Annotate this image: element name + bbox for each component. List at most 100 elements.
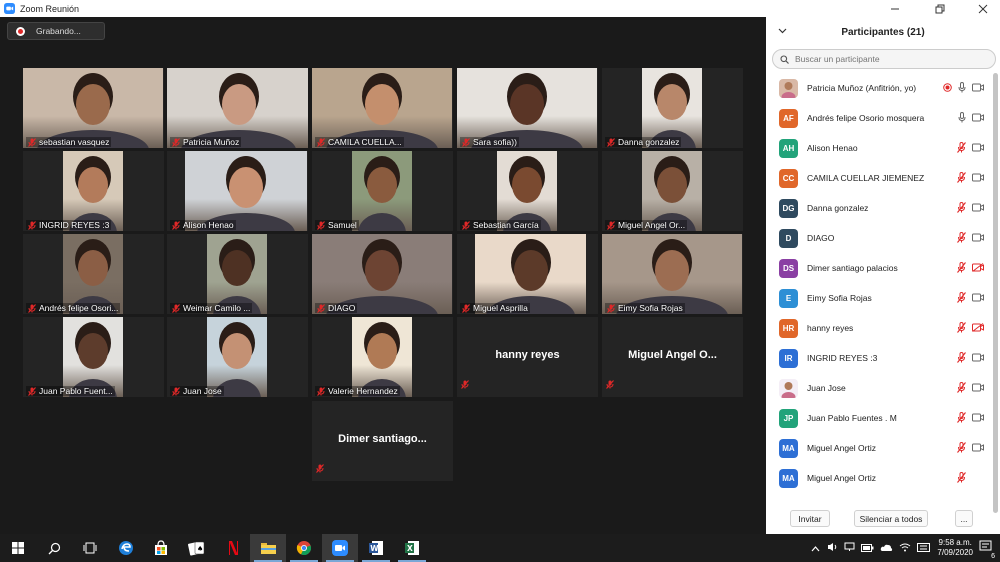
video-tile[interactable]: Danna gonzalez <box>602 68 743 148</box>
participant-row[interactable]: CC CAMILA CUELLAR JIEMENEZ <box>766 163 994 193</box>
camera-off-icon[interactable] <box>972 263 984 272</box>
camera-icon[interactable] <box>972 83 984 92</box>
notifications-icon[interactable]: 6 <box>979 539 996 560</box>
camera-icon[interactable] <box>972 353 984 362</box>
participant-list-scrollbar[interactable] <box>993 73 998 513</box>
muted-mic-icon[interactable] <box>957 472 966 483</box>
participant-row[interactable]: HR hanny reyes <box>766 313 994 343</box>
camera-icon[interactable] <box>972 113 984 122</box>
mute-all-button[interactable]: Silenciar a todos <box>854 510 928 527</box>
participant-row[interactable]: AF Andrés felipe Osorio mosquera <box>766 103 994 133</box>
chrome-button[interactable] <box>286 534 322 562</box>
participant-row[interactable]: Patricia Muñoz (Anfitrión, yo) <box>766 73 994 103</box>
participant-row[interactable]: IR INGRID REYES :3 <box>766 343 994 373</box>
participant-search[interactable] <box>772 49 996 69</box>
muted-mic-icon[interactable] <box>957 172 966 183</box>
minimize-button[interactable] <box>880 0 910 17</box>
close-button[interactable] <box>968 0 998 17</box>
start-button[interactable] <box>0 534 36 562</box>
video-tile[interactable]: Juan Jose <box>167 317 308 397</box>
video-tile[interactable]: hanny reyes <box>457 317 598 397</box>
muted-mic-icon[interactable] <box>957 262 966 273</box>
muted-mic-icon[interactable] <box>957 442 966 453</box>
word-button[interactable]: W <box>358 534 394 562</box>
muted-mic-icon[interactable] <box>957 352 966 363</box>
participant-row[interactable]: E Eimy Sofia Rojas <box>766 283 994 313</box>
video-tile[interactable]: Miguel Asprilla <box>457 234 598 314</box>
microphone-icon[interactable] <box>958 112 966 123</box>
video-tile[interactable]: Weimar Camilo ... <box>167 234 308 314</box>
video-tile[interactable]: Patricia Muñoz <box>167 68 308 148</box>
edge-button[interactable] <box>108 534 144 562</box>
muted-mic-icon[interactable] <box>957 412 966 423</box>
video-tile[interactable]: Miguel Angel O... <box>602 317 743 397</box>
camera-icon[interactable] <box>972 413 984 422</box>
video-tile[interactable]: DIAGO <box>312 234 453 314</box>
video-tile[interactable]: Alison Henao <box>167 151 308 231</box>
participant-row[interactable]: AH Alison Henao <box>766 133 994 163</box>
tile-name-label: Juan Pablo Fuent... <box>26 386 115 396</box>
tray-expand-chevron-icon[interactable] <box>811 539 820 557</box>
video-tile[interactable]: INGRID REYES :3 <box>23 151 164 231</box>
restore-button[interactable] <box>925 0 955 17</box>
video-tile[interactable]: Dimer santiago... <box>312 401 453 481</box>
zoom-taskbar-button[interactable] <box>322 534 358 562</box>
clock[interactable]: 9:58 a.m. 7/09/2020 <box>937 538 973 558</box>
invite-button[interactable]: Invitar <box>790 510 830 527</box>
participant-row[interactable]: MA Miguel Angel Ortiz <box>766 463 994 493</box>
search-taskbar-button[interactable] <box>36 534 72 562</box>
battery-icon[interactable] <box>861 539 874 557</box>
camera-icon[interactable] <box>972 173 984 182</box>
muted-mic-icon[interactable] <box>957 292 966 303</box>
muted-mic-icon[interactable] <box>957 382 966 393</box>
wifi-icon[interactable] <box>899 539 911 557</box>
muted-mic-icon[interactable] <box>957 232 966 243</box>
camera-icon[interactable] <box>972 233 984 242</box>
participant-video <box>63 234 123 314</box>
participant-row[interactable]: D DIAGO <box>766 223 994 253</box>
participant-row[interactable]: DG Danna gonzalez <box>766 193 994 223</box>
participant-row[interactable]: MA Miguel Angel Ortiz <box>766 433 994 463</box>
netflix-button[interactable] <box>215 534 251 562</box>
cloud-icon[interactable] <box>880 539 893 557</box>
task-view-button[interactable] <box>72 534 108 562</box>
video-tile[interactable]: CAMILA CUELLA... <box>312 68 453 148</box>
video-tile[interactable]: Sara sofia)) <box>457 68 598 148</box>
solitaire-button[interactable]: ♠ <box>179 534 215 562</box>
store-button[interactable] <box>143 534 179 562</box>
camera-icon[interactable] <box>972 143 984 152</box>
participant-initials: DG <box>782 203 795 213</box>
recording-indicator[interactable]: Grabando... <box>7 22 105 40</box>
video-tile[interactable]: sebastian vasquez <box>23 68 164 148</box>
video-tile[interactable]: Juan Pablo Fuent... <box>23 317 164 397</box>
video-tile[interactable]: Miguel Angel Or... <box>602 151 743 231</box>
participant-row[interactable]: JP Juan Pablo Fuentes . M <box>766 403 994 433</box>
video-tile[interactable]: Sebastian García <box>457 151 598 231</box>
video-tile[interactable]: Andrés felipe Osori... <box>23 234 164 314</box>
more-button[interactable]: ... <box>955 510 973 527</box>
microphone-icon[interactable] <box>958 82 966 93</box>
video-tile[interactable]: Valerie Hernandez <box>312 317 453 397</box>
excel-button[interactable]: X <box>394 534 430 562</box>
video-tile[interactable]: Samuel <box>312 151 453 231</box>
camera-icon[interactable] <box>972 443 984 452</box>
network-icon[interactable] <box>844 539 855 557</box>
muted-mic-icon[interactable] <box>957 142 966 153</box>
volume-icon[interactable] <box>827 539 838 557</box>
keyboard-layout-icon[interactable] <box>917 539 931 557</box>
participant-row[interactable]: DS Dimer santiago palacios <box>766 253 994 283</box>
file-explorer-button[interactable] <box>250 534 286 562</box>
collapse-chevron-icon[interactable] <box>778 26 787 37</box>
title-bar: Zoom Reunión <box>0 0 1000 17</box>
camera-icon[interactable] <box>972 293 984 302</box>
search-input[interactable] <box>795 54 985 64</box>
camera-icon[interactable] <box>972 203 984 212</box>
camera-off-icon[interactable] <box>972 323 984 332</box>
participant-row[interactable]: Juan Jose <box>766 373 994 403</box>
video-tile[interactable]: Eimy Sofia Rojas <box>602 234 743 314</box>
muted-mic-icon[interactable] <box>957 322 966 333</box>
participant-initials: AF <box>783 113 794 123</box>
camera-icon[interactable] <box>972 383 984 392</box>
tile-mic-status <box>316 460 324 478</box>
muted-mic-icon[interactable] <box>957 202 966 213</box>
